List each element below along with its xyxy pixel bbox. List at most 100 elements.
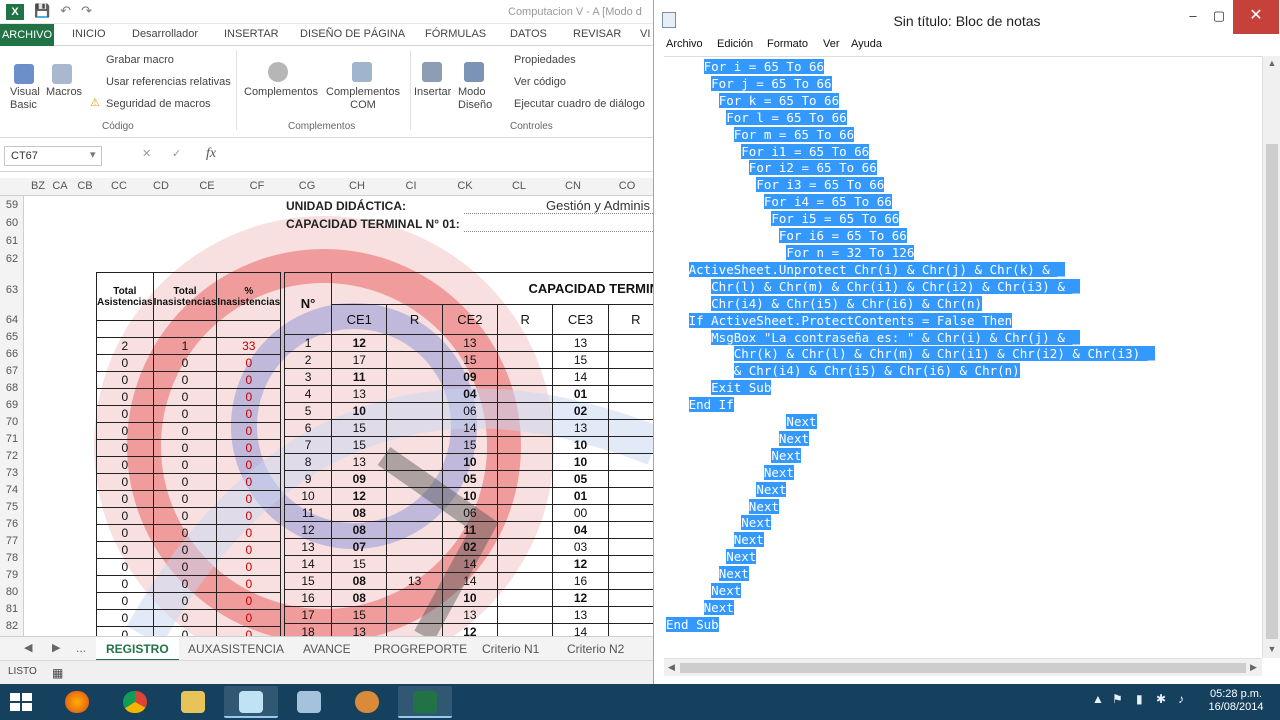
grade-cell[interactable]: [497, 436, 554, 454]
attendance-cell[interactable]: 0: [96, 575, 154, 593]
sheet-tab-criterio-n2[interactable]: Criterio N2: [567, 642, 624, 656]
grade-cell[interactable]: 13: [441, 606, 499, 624]
row-header[interactable]: 77: [0, 535, 24, 547]
code-line[interactable]: For k = 65 To 66: [718, 92, 840, 108]
grade-cell[interactable]: [607, 334, 655, 352]
scroll-right-icon[interactable]: ▶: [1250, 662, 1257, 673]
grade-cell[interactable]: 15: [441, 351, 499, 369]
attendance-cell[interactable]: 0: [216, 473, 282, 491]
column-header[interactable]: CN: [562, 180, 584, 192]
code-line[interactable]: End If: [688, 397, 734, 413]
grade-cell[interactable]: 06: [441, 504, 499, 522]
attendance-cell[interactable]: 0: [96, 388, 154, 406]
scroll-up-icon[interactable]: ▲: [1263, 58, 1280, 68]
grade-cell[interactable]: [607, 402, 655, 420]
attendance-cell[interactable]: 0: [216, 354, 282, 372]
grade-cell[interactable]: [607, 521, 655, 539]
grade-cell[interactable]: 13: [386, 572, 443, 590]
macro-record-icon[interactable]: ▦: [52, 666, 63, 680]
grade-cell[interactable]: [497, 504, 554, 522]
code-line[interactable]: Next: [741, 515, 772, 531]
attendance-cell[interactable]: 0: [96, 439, 154, 457]
grade-cell[interactable]: [386, 436, 443, 454]
confirm-entry-icon[interactable]: ✓: [172, 147, 181, 160]
grade-cell[interactable]: 01: [552, 385, 609, 403]
column-header[interactable]: CB: [74, 180, 96, 192]
code-line[interactable]: Next: [771, 447, 802, 463]
grade-cell[interactable]: [386, 470, 443, 488]
cancel-entry-icon[interactable]: ✕: [142, 147, 151, 160]
grade-cell[interactable]: [607, 470, 655, 488]
attendance-cell[interactable]: 0: [152, 609, 218, 627]
minimize-icon[interactable]: –: [1181, 8, 1205, 23]
grade-cell[interactable]: [497, 521, 554, 539]
code-line[interactable]: Next: [718, 566, 749, 582]
grade-cell[interactable]: 07: [331, 538, 388, 556]
grade-cell[interactable]: 10: [331, 402, 388, 420]
attendance-cell[interactable]: 0: [152, 541, 218, 559]
row-number-cell[interactable]: 1: [283, 334, 333, 352]
propiedades-button[interactable]: Propiedades: [514, 54, 576, 66]
complementos-com-icon[interactable]: [352, 62, 372, 82]
code-line[interactable]: If ActiveSheet.ProtectContents = False T…: [688, 312, 1013, 328]
tray-battery-icon[interactable]: ▮: [1136, 692, 1143, 706]
attendance-cell[interactable]: 0: [216, 609, 282, 627]
ejecutar-cuadro-button[interactable]: Ejecutar cuadro de diálogo: [514, 98, 645, 110]
grade-cell[interactable]: 10: [441, 589, 499, 607]
grade-cell[interactable]: [607, 589, 655, 607]
macros-icon[interactable]: [52, 64, 72, 84]
ver-codigo-button[interactable]: Ver código: [514, 76, 566, 88]
grade-cell[interactable]: [497, 589, 554, 607]
row-header[interactable]: 63: [0, 284, 24, 296]
grade-cell[interactable]: [607, 572, 655, 590]
grade-cell[interactable]: [497, 606, 554, 624]
attendance-cell[interactable]: 0: [216, 592, 282, 610]
close-icon[interactable]: ✕: [1233, 0, 1279, 34]
code-line[interactable]: For i3 = 65 To 66: [756, 177, 885, 193]
tab-revisar[interactable]: REVISAR: [573, 28, 621, 40]
sheet-tab-registro[interactable]: REGISTRO: [96, 637, 179, 661]
attendance-cell[interactable]: 0: [216, 405, 282, 423]
taskbar-clock[interactable]: 05:28 p.m. 16/08/2014: [1200, 688, 1272, 714]
attendance-cell[interactable]: 0: [96, 507, 154, 525]
complementos-gear-icon[interactable]: [268, 62, 288, 82]
grade-cell[interactable]: 14: [441, 419, 499, 437]
grade-cell[interactable]: 15: [331, 436, 388, 454]
grade-cell[interactable]: [607, 504, 655, 522]
grade-cell[interactable]: [497, 453, 554, 471]
grade-cell[interactable]: 17: [331, 351, 388, 369]
grade-cell[interactable]: 13: [552, 419, 609, 437]
grade-cell[interactable]: 10: [552, 453, 609, 471]
modo-diseno-icon[interactable]: [464, 62, 484, 82]
tray-volume-icon[interactable]: ♪: [1178, 692, 1184, 706]
menu-ayuda[interactable]: Ayuda: [851, 38, 882, 50]
worksheet-grid[interactable]: UNIDAD DIDÁCTICA: Gestión y Adminis CAPA…: [24, 196, 655, 636]
grade-cell[interactable]: [386, 487, 443, 505]
taskbar-notepad[interactable]: [224, 686, 278, 718]
code-line[interactable]: For n = 32 To 126: [786, 244, 915, 260]
complementos-button[interactable]: Complementos: [244, 86, 318, 98]
attendance-cell[interactable]: 0: [216, 490, 282, 508]
column-header[interactable]: CO: [616, 180, 638, 192]
tray-network-icon[interactable]: ✱: [1156, 692, 1166, 706]
code-line[interactable]: For i = 65 To 66: [703, 59, 825, 74]
grade-cell[interactable]: [386, 351, 443, 369]
code-line[interactable]: & Chr(i4) & Chr(i5) & Chr(i6) & Chr(n): [733, 363, 1020, 379]
code-line[interactable]: Next: [786, 414, 817, 430]
row-number-cell[interactable]: 5: [283, 402, 333, 420]
code-line[interactable]: Next: [703, 600, 734, 615]
row-header[interactable]: 68: [0, 382, 24, 394]
attendance-cell[interactable]: 0: [152, 473, 218, 491]
seguridad-macros-button[interactable]: Seguridad de macros: [106, 98, 211, 110]
grade-cell[interactable]: 15: [441, 436, 499, 454]
grade-cell[interactable]: [386, 453, 443, 471]
grade-cell[interactable]: 16: [552, 572, 609, 590]
visual-basic-button[interactable]: Visual Basic: [10, 86, 40, 112]
code-line[interactable]: MsgBox "La contraseña es: " & Chr(i) & C…: [711, 329, 1080, 345]
grade-cell[interactable]: 13: [331, 385, 388, 403]
grade-cell[interactable]: [497, 402, 554, 420]
grade-cell[interactable]: 08: [331, 589, 388, 607]
attendance-cell[interactable]: 0: [216, 422, 282, 440]
code-line[interactable]: For i6 = 65 To 66: [778, 228, 907, 244]
attendance-cell[interactable]: 0: [152, 354, 218, 372]
